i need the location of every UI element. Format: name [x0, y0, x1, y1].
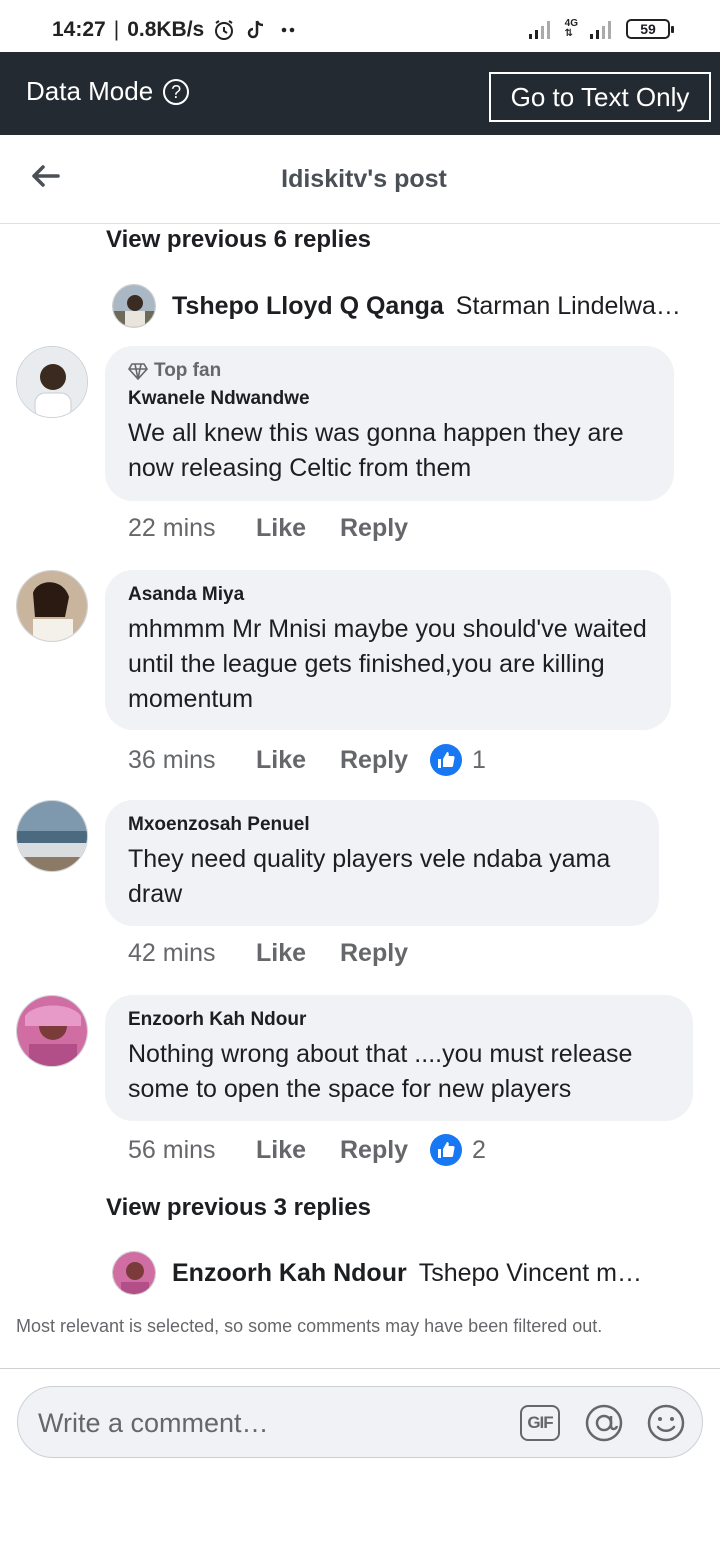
- reply-snippet[interactable]: Tshepo Vincent maybe: [419, 1259, 651, 1288]
- status-speed: 0.8KB/s: [127, 18, 205, 41]
- avatar[interactable]: [112, 1251, 156, 1295]
- comment-time[interactable]: 42 mins: [128, 939, 256, 968]
- reaction-count: 1: [472, 745, 486, 774]
- filter-note[interactable]: Most relevant is selected, so some comme…: [16, 1316, 602, 1337]
- post-header: Idiskitv's post: [0, 135, 720, 224]
- comment-text: We all knew this was gonna happen they a…: [128, 419, 624, 482]
- data-mode-label[interactable]: Data Mode ?: [26, 76, 190, 107]
- reply-preview[interactable]: Tshepo Lloyd Q Qanga Starman Lindelwa Ms…: [112, 284, 692, 328]
- comment-bubble[interactable]: Top fan Kwanele Ndwandwe We all knew thi…: [105, 346, 674, 501]
- signal-icon: [528, 21, 550, 39]
- status-bar-left: 14:27 | 0.8KB/s: [52, 18, 300, 42]
- top-fan-badge: Top fan: [128, 360, 652, 382]
- like-button[interactable]: Like: [256, 1136, 340, 1165]
- like-button[interactable]: Like: [256, 939, 340, 968]
- reply-button[interactable]: Reply: [340, 746, 430, 775]
- comment-bubble[interactable]: Enzoorh Kah Ndour Nothing wrong about th…: [105, 995, 693, 1121]
- avatar[interactable]: [16, 346, 88, 418]
- thumbs-up-icon: [430, 1134, 462, 1166]
- comment-text: mhmmm Mr Mnisi maybe you should've waite…: [128, 615, 647, 713]
- comment-text: They need quality players vele ndaba yam…: [128, 845, 611, 908]
- more-dots-icon: [281, 27, 295, 33]
- comment-input[interactable]: [38, 1401, 498, 1445]
- diamond-icon: [128, 363, 148, 380]
- status-bar-right: 4G ⇅ 59: [527, 18, 674, 40]
- comment-text: Nothing wrong about that ....you must re…: [128, 1040, 633, 1103]
- reply-button[interactable]: Reply: [340, 939, 430, 968]
- signal-icon-2: [590, 21, 611, 39]
- comment-meta: 56 mins Like Reply 2: [128, 1134, 486, 1166]
- comment-author[interactable]: Kwanele Ndwandwe: [128, 388, 652, 410]
- comment-time[interactable]: 56 mins: [128, 1136, 256, 1165]
- avatar[interactable]: [112, 284, 156, 328]
- page-title: Idiskitv's post: [281, 165, 447, 193]
- reply-button[interactable]: Reply: [340, 514, 430, 543]
- reaction-count: 2: [472, 1135, 486, 1164]
- comment-author[interactable]: Enzoorh Kah Ndour: [128, 1009, 671, 1031]
- reactions[interactable]: 1: [430, 744, 486, 776]
- comment-author[interactable]: Mxoenzosah Penuel: [128, 814, 637, 836]
- comment-bubble[interactable]: Asanda Miya mhmmm Mr Mnisi maybe you sho…: [105, 570, 671, 730]
- avatar-image: [113, 285, 155, 327]
- divider: [0, 1368, 720, 1369]
- status-time: 14:27: [52, 18, 106, 41]
- comment-composer[interactable]: GIF: [17, 1386, 703, 1458]
- like-button[interactable]: Like: [256, 514, 340, 543]
- reply-preview[interactable]: Enzoorh Kah Ndour Tshepo Vincent maybe: [112, 1251, 692, 1295]
- avatar[interactable]: [16, 570, 88, 642]
- alarm-icon: [215, 20, 234, 40]
- avatar-image: [17, 801, 87, 871]
- comment-meta: 22 mins Like Reply: [128, 514, 430, 543]
- comment-time[interactable]: 36 mins: [128, 746, 256, 775]
- avatar[interactable]: [16, 995, 88, 1067]
- avatar[interactable]: [16, 800, 88, 872]
- reply-button[interactable]: Reply: [340, 1136, 430, 1165]
- comment-author[interactable]: Asanda Miya: [128, 584, 649, 606]
- data-mode-bar: Data Mode ? Go to Text Only: [0, 52, 720, 135]
- question-circle-icon[interactable]: ?: [163, 78, 190, 105]
- avatar-image: [17, 571, 87, 641]
- avatar-image: [17, 347, 87, 417]
- thumbs-up-icon: [430, 744, 462, 776]
- mention-icon[interactable]: [584, 1403, 624, 1443]
- avatar-image: [113, 1252, 155, 1294]
- reply-author[interactable]: Tshepo Lloyd Q Qanga: [172, 292, 444, 321]
- comment-meta: 36 mins Like Reply 1: [128, 744, 486, 776]
- comment-meta: 42 mins Like Reply: [128, 939, 430, 968]
- go-to-text-only-button[interactable]: Go to Text Only: [489, 72, 711, 122]
- avatar-image: [17, 996, 87, 1066]
- view-previous-replies-link[interactable]: View previous 6 replies: [106, 226, 371, 254]
- like-button[interactable]: Like: [256, 746, 340, 775]
- view-previous-replies-link[interactable]: View previous 3 replies: [106, 1194, 371, 1222]
- comment-bubble[interactable]: Mxoenzosah Penuel They need quality play…: [105, 800, 659, 926]
- reply-author[interactable]: Enzoorh Kah Ndour: [172, 1259, 407, 1288]
- emoji-icon[interactable]: [646, 1403, 686, 1443]
- reactions[interactable]: 2: [430, 1134, 486, 1166]
- network-type: 4G ⇅: [564, 18, 578, 39]
- battery-icon: 59: [626, 19, 674, 39]
- tiktok-icon: [248, 20, 264, 39]
- gif-button[interactable]: GIF: [520, 1405, 560, 1441]
- status-bar: 14:27 | 0.8KB/s 4G ⇅ 59: [0, 0, 720, 52]
- reply-snippet[interactable]: Starman Lindelwa Msomi: [456, 292, 688, 321]
- comment-time[interactable]: 22 mins: [128, 514, 256, 543]
